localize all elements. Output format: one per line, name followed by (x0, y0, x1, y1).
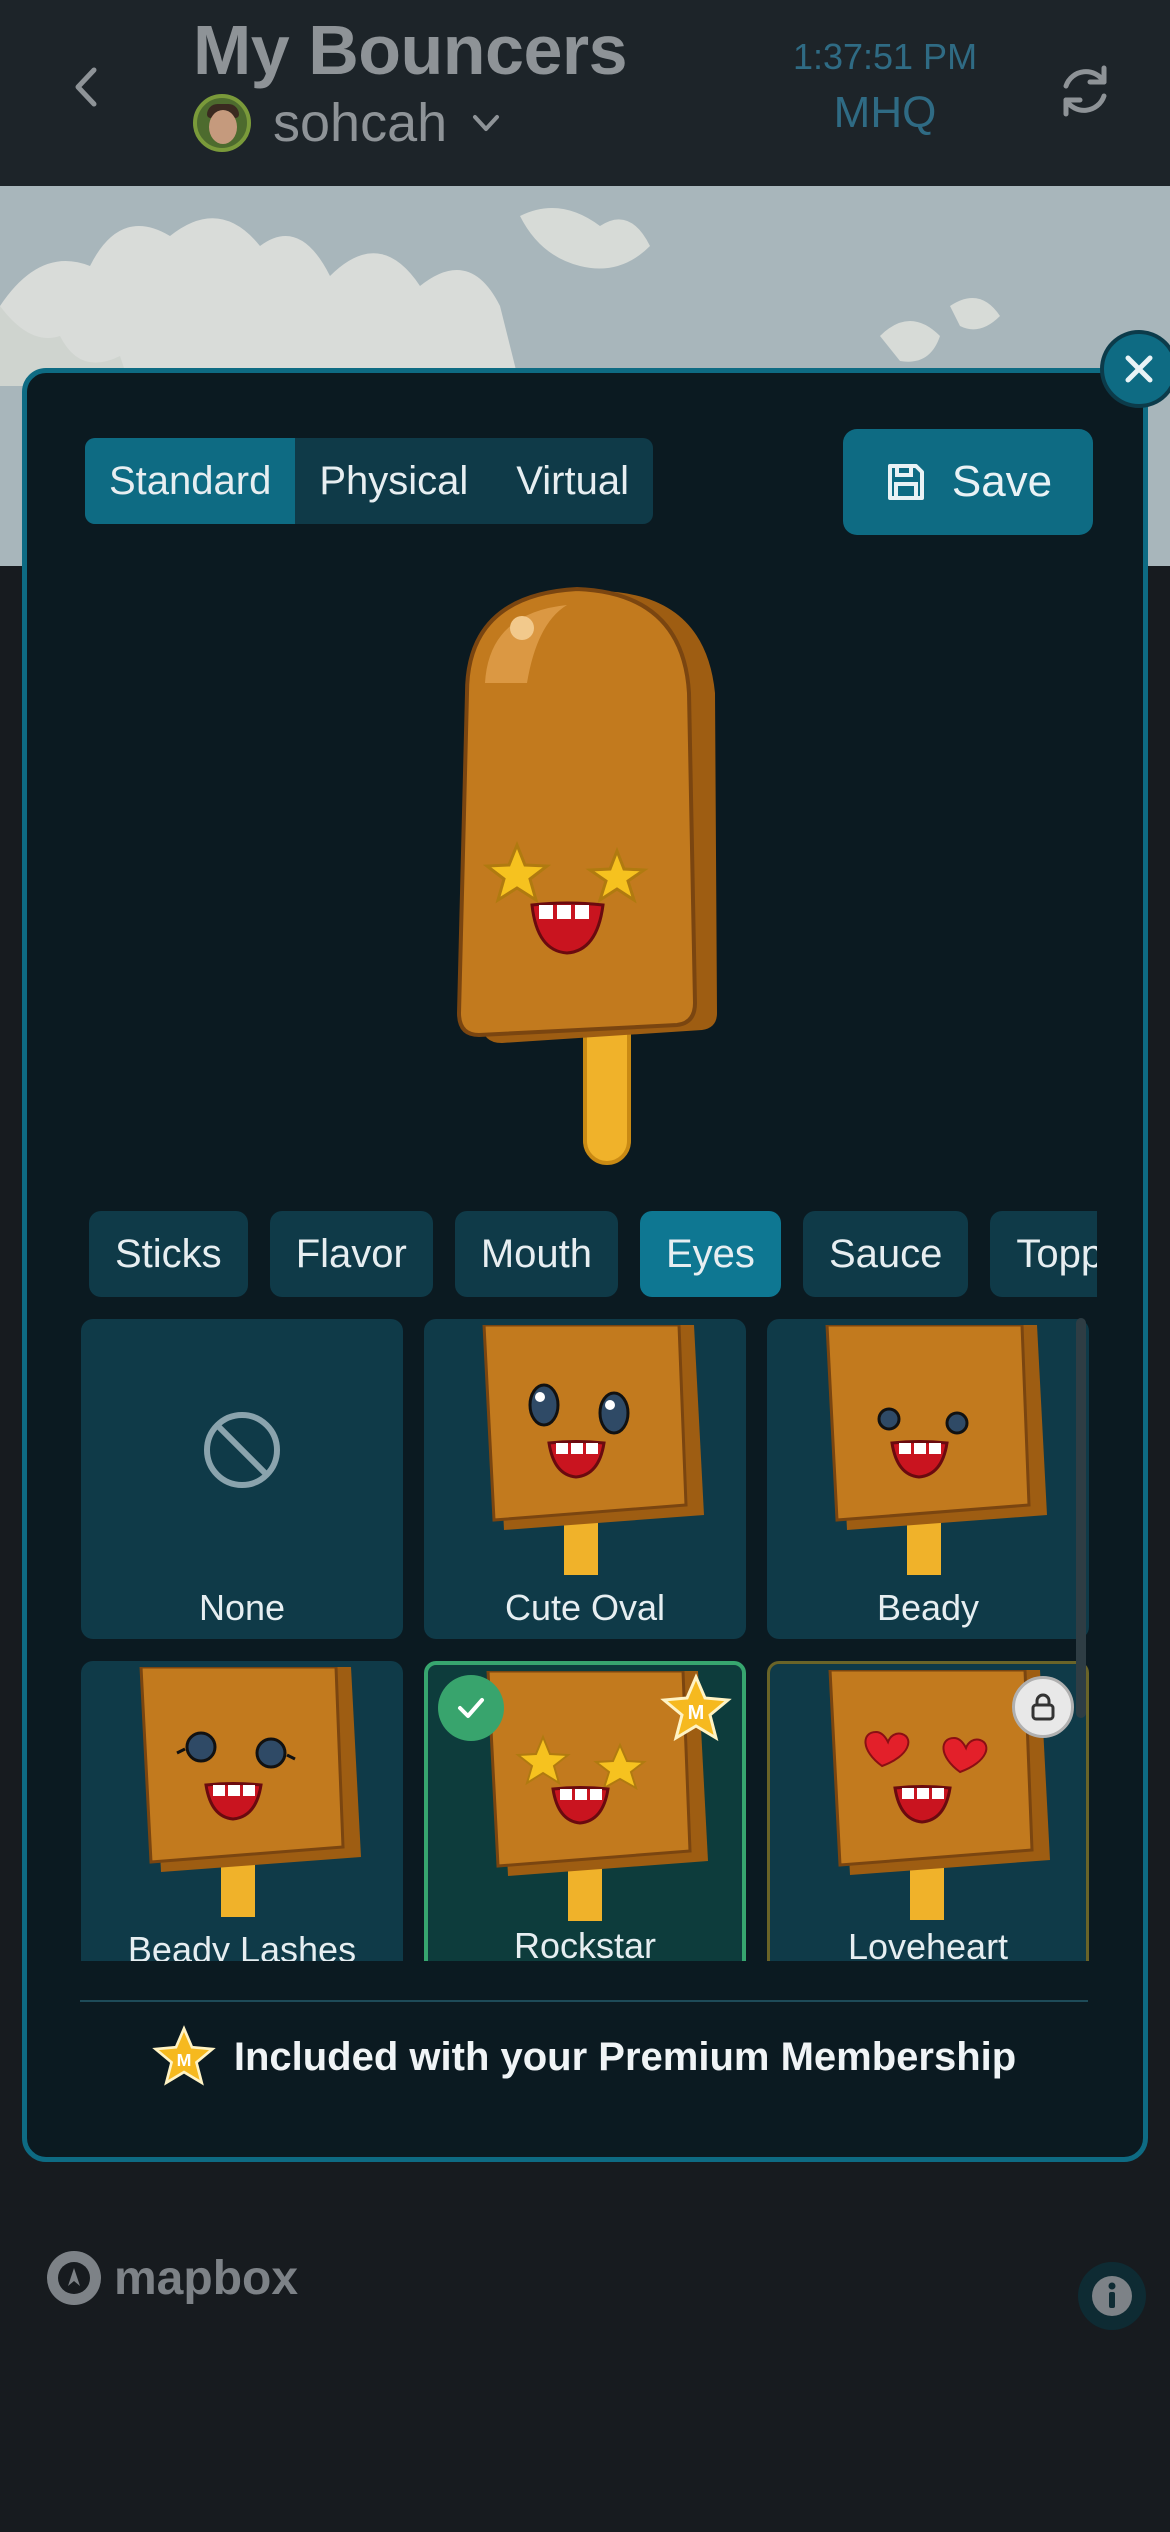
option-label: Beady (876, 1587, 980, 1628)
premium-star-icon: M (152, 2025, 216, 2086)
option-label: Rockstar (513, 1925, 657, 1961)
save-button[interactable]: Save (843, 429, 1093, 535)
user-selector[interactable]: sohcah (193, 88, 503, 158)
option-label: Beady Lashes (127, 1929, 357, 1961)
option-rockstar[interactable]: M Rockstar (424, 1661, 746, 1961)
page-title: My Bouncers (193, 11, 628, 89)
option-label: None (198, 1587, 286, 1628)
page: My Bouncers sohcah 1:37:51 PM MHQ Standa… (0, 0, 1170, 2532)
refresh-icon[interactable] (1054, 60, 1116, 122)
chevron-down-icon (473, 115, 500, 131)
tab-physical[interactable]: Physical (295, 438, 492, 524)
bouncer-editor-modal: Standard Physical Virtual Save Sticks Fl… (22, 368, 1148, 2162)
back-icon[interactable] (58, 58, 116, 116)
option-label: Cute Oval (504, 1587, 666, 1628)
tab-virtual[interactable]: Virtual (492, 438, 653, 524)
selected-check-icon (438, 1675, 504, 1741)
save-icon (887, 464, 924, 500)
option-none[interactable]: None (81, 1319, 403, 1639)
grid-scrollbar[interactable] (1076, 1318, 1086, 1718)
svg-text:M: M (688, 1702, 705, 1724)
mapbox-logo[interactable]: mapbox (44, 2248, 298, 2308)
svg-text:M: M (176, 2050, 191, 2070)
tab-flavor[interactable]: Flavor (269, 1211, 433, 1297)
option-beady-lashes[interactable]: Beady Lashes (81, 1661, 403, 1961)
mapbox-label: mapbox (114, 2251, 299, 2305)
option-cute-oval[interactable]: Cute Oval (424, 1319, 746, 1639)
tab-eyes[interactable]: Eyes (640, 1211, 781, 1297)
option-label: Loveheart (847, 1926, 1009, 1961)
beady-lashes-preview (139, 1667, 361, 1917)
tab-sticks[interactable]: Sticks (89, 1211, 248, 1297)
bouncer-preview (456, 586, 717, 1165)
none-icon (204, 1412, 280, 1488)
eyes-option-grid: None Cute Oval Beady Beady Lashes M Rock… (81, 1319, 1093, 1961)
username: sohcah (273, 93, 448, 153)
close-icon (1125, 355, 1153, 383)
option-beady[interactable]: Beady (767, 1319, 1089, 1639)
premium-note: M Included with your Premium Membership (80, 2002, 1088, 2112)
tab-sauce[interactable]: Sauce (802, 1211, 969, 1297)
cute-oval-preview (482, 1325, 704, 1575)
option-loveheart[interactable]: Loveheart (767, 1661, 1089, 1961)
tab-toppings[interactable]: Toppings (990, 1211, 1097, 1297)
clock-time: 1:37:51 PM (792, 36, 978, 77)
app-header: My Bouncers sohcah 1:37:51 PM MHQ (0, 0, 1170, 186)
category-tabs: Sticks Flavor Mouth Eyes Sauce Toppings (89, 1211, 1097, 1297)
tab-mouth[interactable]: Mouth (454, 1211, 618, 1297)
hq-label: MHQ (833, 88, 937, 137)
beady-preview (825, 1325, 1047, 1575)
type-segmented-control: Standard Physical Virtual (85, 438, 653, 524)
lock-icon (1012, 1676, 1074, 1738)
premium-note-text: Included with your Premium Membership (233, 2034, 1017, 2079)
save-label: Save (951, 457, 1053, 506)
mapbox-icon (47, 2251, 101, 2305)
tab-standard[interactable]: Standard (85, 438, 296, 524)
info-icon (1092, 2276, 1132, 2316)
premium-star-icon: M (660, 1673, 732, 1742)
close-button[interactable] (1100, 330, 1170, 408)
info-button[interactable] (1078, 2262, 1146, 2330)
avatar (193, 94, 251, 152)
